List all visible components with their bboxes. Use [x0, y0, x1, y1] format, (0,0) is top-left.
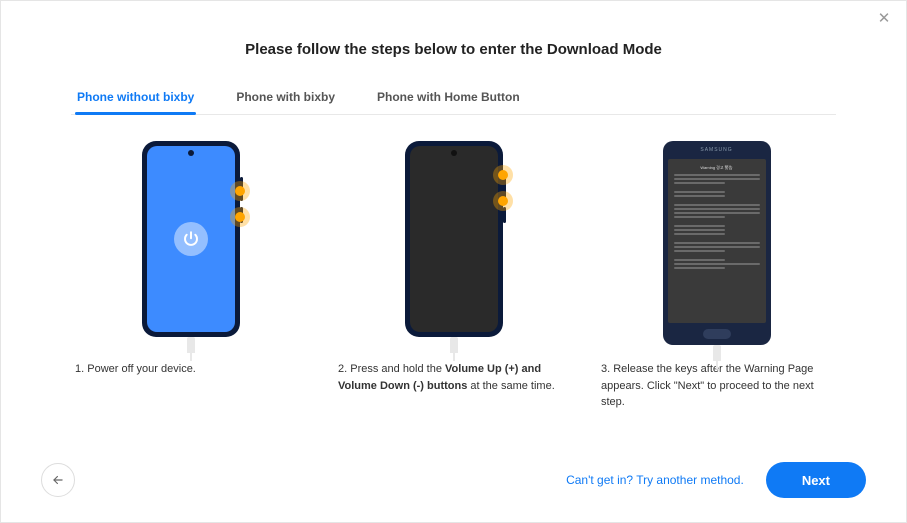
phone-illustration-3: SAMSUNG Warning 경고 警告	[663, 141, 771, 345]
phone-illustration-1	[142, 141, 240, 337]
next-button[interactable]: Next	[766, 462, 866, 498]
footer: Can't get in? Try another method. Next	[1, 462, 906, 498]
button-highlight-icon	[493, 165, 513, 185]
main-container: Please follow the steps below to enter t…	[1, 1, 906, 411]
button-highlight-icon	[230, 207, 250, 227]
cable-icon	[450, 337, 458, 353]
steps-row: 1. Power off your device. 2. Press and h…	[71, 141, 836, 411]
step-1-illustration	[71, 141, 310, 361]
step-2-caption: 2. Press and hold the Volume Up (+) and …	[334, 361, 573, 394]
tabs: Phone without bixby Phone with bixby Pho…	[71, 82, 836, 115]
cable-icon	[187, 337, 195, 353]
step-2-illustration	[334, 141, 573, 361]
button-highlight-icon	[230, 181, 250, 201]
step-1-caption: 1. Power off your device.	[71, 361, 310, 378]
power-icon	[174, 222, 208, 256]
back-button[interactable]	[41, 463, 75, 497]
step-3: SAMSUNG Warning 경고 警告	[597, 141, 836, 411]
tab-phone-with-bixby[interactable]: Phone with bixby	[234, 82, 337, 114]
step-2: 2. Press and hold the Volume Up (+) and …	[334, 141, 573, 411]
tab-phone-with-home-button[interactable]: Phone with Home Button	[375, 82, 522, 114]
close-button[interactable]: ✕	[876, 11, 892, 27]
step-1: 1. Power off your device.	[71, 141, 310, 411]
home-button-icon	[703, 329, 731, 339]
tab-phone-without-bixby[interactable]: Phone without bixby	[75, 82, 196, 114]
arrow-left-icon	[51, 473, 65, 487]
button-highlight-icon	[493, 191, 513, 211]
step-3-illustration: SAMSUNG Warning 경고 警告	[597, 141, 836, 361]
try-another-method-link[interactable]: Can't get in? Try another method.	[566, 473, 744, 487]
phone-brand-label: SAMSUNG	[663, 147, 771, 153]
warning-title: Warning 경고 警告	[674, 165, 760, 171]
page-title: Please follow the steps below to enter t…	[71, 41, 836, 58]
cable-icon	[713, 345, 721, 361]
phone-illustration-2	[405, 141, 503, 337]
